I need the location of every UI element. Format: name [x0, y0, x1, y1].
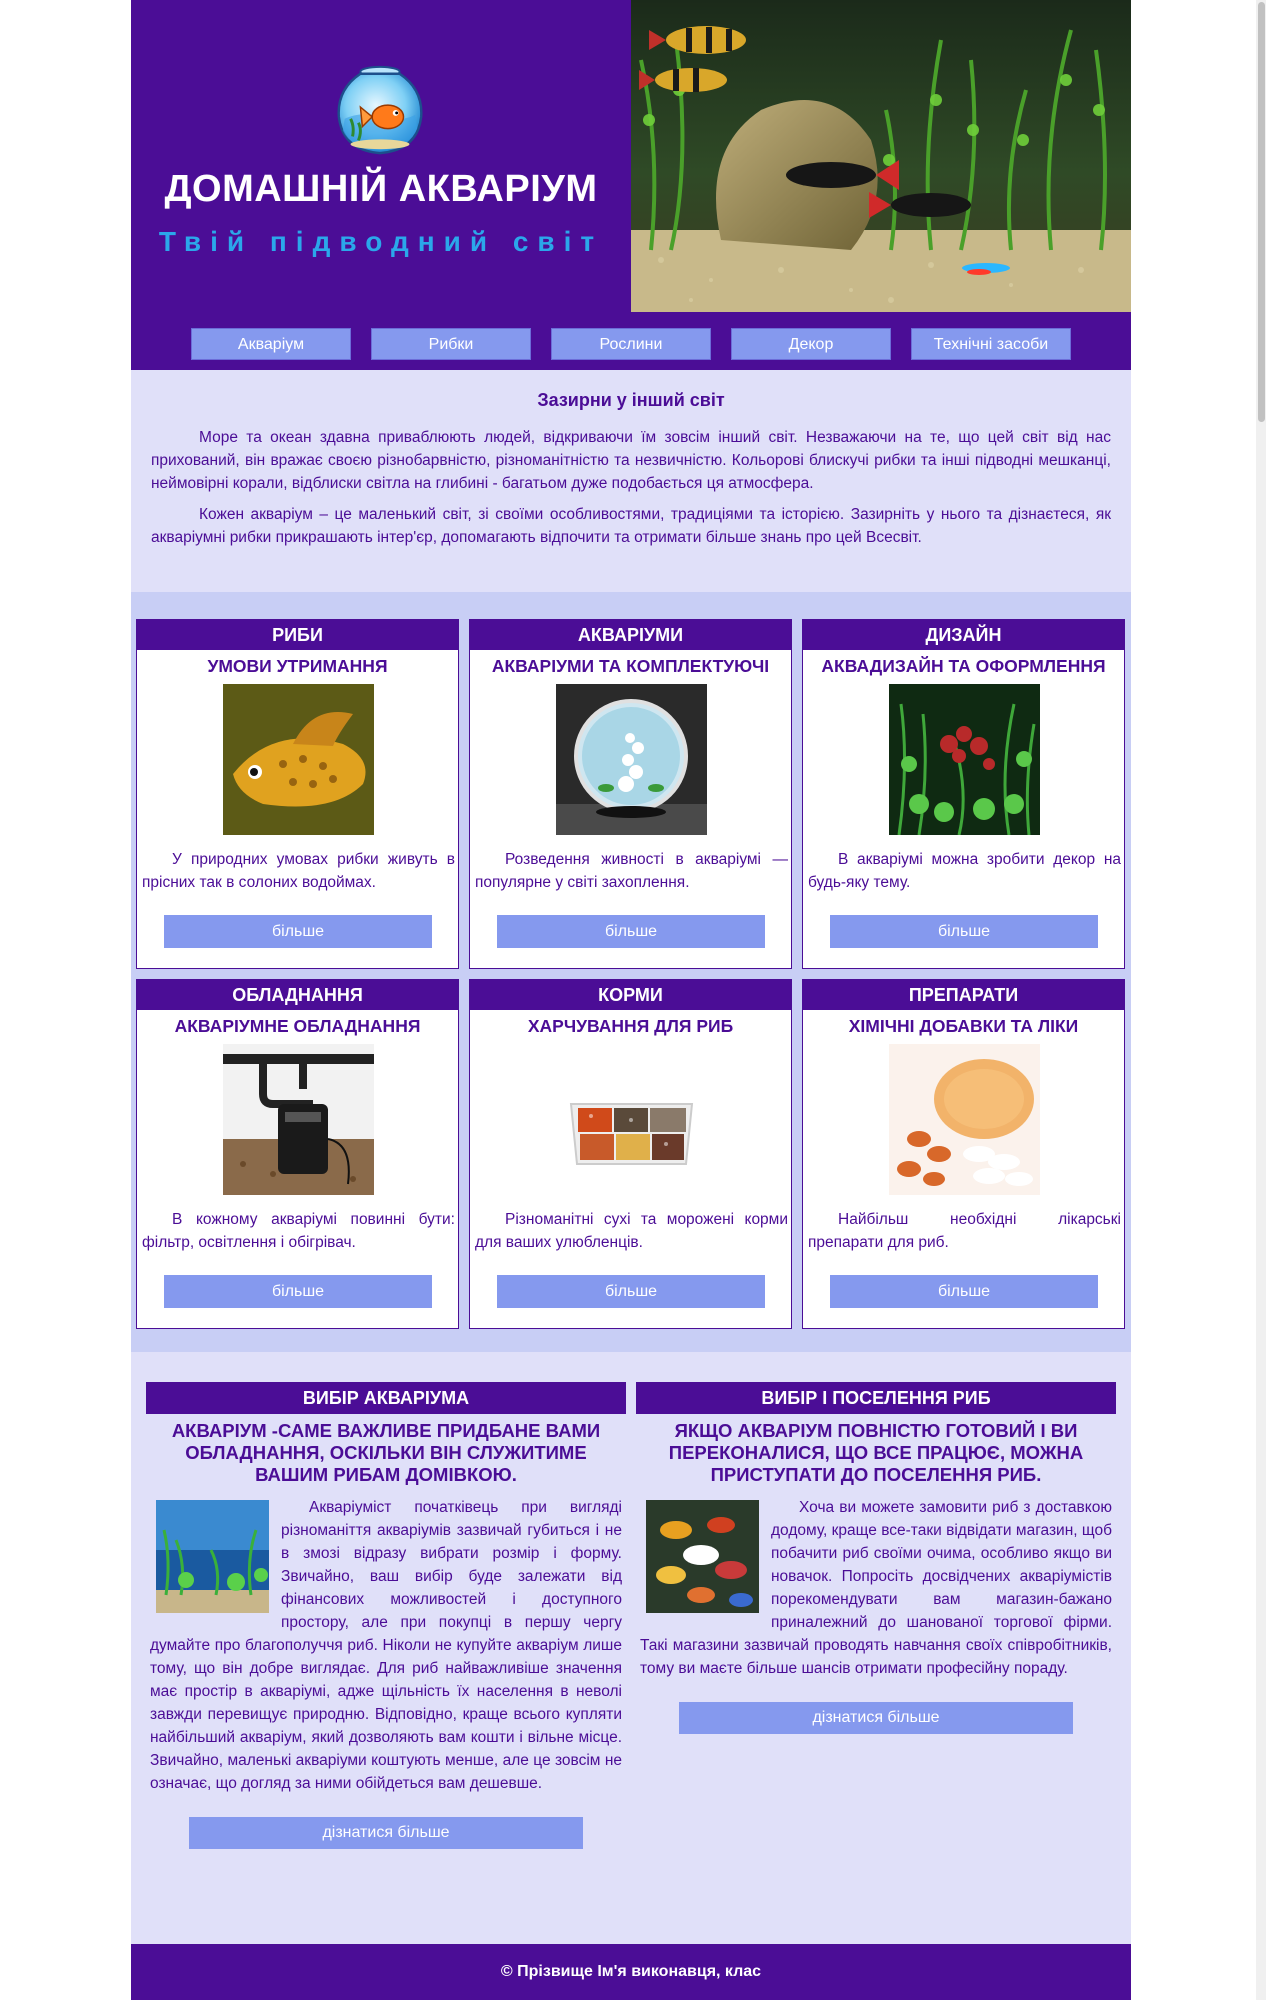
site-title: ДОМАШНІЙ АКВАРІУМ [164, 168, 598, 210]
card-text: В кожному акваріумі повинні бути: фільтр… [142, 1211, 455, 1251]
footer: © Прізвище Ім'я виконавця, клас [131, 1944, 1131, 2000]
logo-area: ДОМАШНІЙ АКВАРІУМ Твій підводний світ [131, 0, 631, 312]
card-aquariums: АКВАРІУМИ АКВАРІУМИ ТА КОМПЛЕКТУЮЧІ Розв… [469, 619, 792, 969]
page: ДОМАШНІЙ АКВАРІУМ Твій підводний світ Ак… [131, 0, 1131, 2000]
card-heading: ДИЗАЙН [803, 620, 1124, 650]
card-heading: КОРМИ [470, 980, 791, 1010]
fish-food-photo [556, 1044, 707, 1195]
article-body: Хоча ви можете замовити риб з доставкою … [636, 1496, 1116, 1680]
learn-more-button[interactable]: дізнатися більше [679, 1702, 1073, 1734]
nav-item-fish[interactable]: Рибки [371, 328, 531, 360]
nav-item-plants[interactable]: Рослини [551, 328, 711, 360]
more-button[interactable]: більше [497, 1275, 765, 1308]
fish-thumbnail [646, 1500, 759, 1613]
card-text: Різноманітні сухі та морожені корми для … [475, 1211, 788, 1251]
header: ДОМАШНІЙ АКВАРІУМ Твій підводний світ [131, 0, 1131, 312]
card-fish: РИБИ УМОВИ УТРИМАННЯ У природних умовах … [136, 619, 459, 969]
main-nav: Акваріум Рибки Рослини Декор Технічні за… [131, 312, 1131, 370]
card-subheading: АКВАРІУМИ ТА КОМПЛЕКТУЮЧІ [491, 656, 770, 676]
nav-item-aquarium[interactable]: Акваріум [191, 328, 351, 360]
article-heading: ВИБІР І ПОСЕЛЕННЯ РИБ [636, 1382, 1116, 1414]
card-medication: ПРЕПАРАТИ ХІМІЧНІ ДОБАВКИ ТА ЛІКИ Найбіл… [802, 979, 1125, 1329]
more-button[interactable]: більше [830, 1275, 1098, 1308]
article-heading: ВИБІР АКВАРІУМА [146, 1382, 626, 1414]
card-subheading: АКВАДИЗАЙН ТА ОФОРМЛЕННЯ [821, 656, 1106, 676]
card-subheading: ХІМІЧНІ ДОБАВКИ ТА ЛІКИ [848, 1016, 1079, 1036]
round-aquarium-photo [556, 684, 707, 835]
intro-paragraph: Море та океан здавна приваблюють людей, … [151, 429, 1111, 492]
goldfish-photo [223, 684, 374, 835]
scrollbar[interactable] [1256, 0, 1266, 2000]
card-subheading: ХАРЧУВАННЯ ДЛЯ РИБ [527, 1016, 734, 1036]
hero-aquarium-image [631, 0, 1131, 312]
card-equipment: ОБЛАДНАННЯ АКВАРІУМНЕ ОБЛАДНАННЯ В кожно… [136, 979, 459, 1329]
site-subtitle: Твій підводний світ [158, 226, 604, 257]
article-aquarium-choice: ВИБІР АКВАРІУМА АКВАРІУМ -САМЕ ВАЖЛИВЕ П… [146, 1382, 626, 1849]
card-heading: ПРЕПАРАТИ [803, 980, 1124, 1010]
more-button[interactable]: більше [497, 915, 765, 948]
aquarium-thumbnail [156, 1500, 269, 1613]
cards-section: РИБИ УМОВИ УТРИМАННЯ У природних умовах … [131, 592, 1131, 1352]
article-fish-choice: ВИБІР І ПОСЕЛЕННЯ РИБ ЯКЩО АКВАРІУМ ПОВН… [636, 1382, 1116, 1734]
intro-paragraph: Кожен акваріум – це маленький світ, зі с… [151, 506, 1111, 546]
card-heading: ОБЛАДНАННЯ [137, 980, 458, 1010]
aquascape-photo [889, 684, 1040, 835]
article-subheading: ЯКЩО АКВАРІУМ ПОВНІСТЮ ГОТОВИЙ І ВИ ПЕРЕ… [668, 1420, 1084, 1485]
pills-photo [889, 1044, 1040, 1195]
card-food: КОРМИ ХАРЧУВАННЯ ДЛЯ РИБ Різноманітні су… [469, 979, 792, 1329]
nav-item-equipment[interactable]: Технічні засоби [911, 328, 1071, 360]
card-text: У природних умовах рибки живуть в прісни… [142, 851, 455, 891]
card-text: Найбільш необхідні лікарські препарати д… [808, 1211, 1121, 1251]
card-subheading: УМОВИ УТРИМАННЯ [207, 656, 388, 676]
more-button[interactable]: більше [830, 915, 1098, 948]
filter-photo [223, 1044, 374, 1195]
card-heading: АКВАРІУМИ [470, 620, 791, 650]
card-subheading: АКВАРІУМНЕ ОБЛАДНАННЯ [174, 1016, 421, 1036]
articles-section: ВИБІР АКВАРІУМА АКВАРІУМ -САМЕ ВАЖЛИВЕ П… [131, 1352, 1131, 1944]
scrollbar-thumb[interactable] [1258, 2, 1265, 422]
intro-section: Зазирни у інший світ Море та океан здавн… [131, 370, 1131, 592]
more-button[interactable]: більше [164, 1275, 432, 1308]
more-button[interactable]: більше [164, 915, 432, 948]
learn-more-button[interactable]: дізнатися більше [189, 1817, 583, 1849]
fishbowl-icon [337, 65, 423, 155]
nav-item-decor[interactable]: Декор [731, 328, 891, 360]
card-heading: РИБИ [137, 620, 458, 650]
article-body: Акваріуміст початківець при вигляді різн… [146, 1496, 626, 1795]
card-text: В акваріумі можна зробити декор на будь-… [808, 851, 1121, 891]
card-text: Розведення живності в акваріумі — популя… [475, 851, 788, 891]
card-design: ДИЗАЙН АКВАДИЗАЙН ТА ОФОРМЛЕННЯ В акварі… [802, 619, 1125, 969]
intro-heading: Зазирни у інший світ [537, 390, 725, 410]
article-subheading: АКВАРІУМ -САМЕ ВАЖЛИВЕ ПРИДБАНЕ ВАМИ ОБЛ… [171, 1420, 601, 1485]
